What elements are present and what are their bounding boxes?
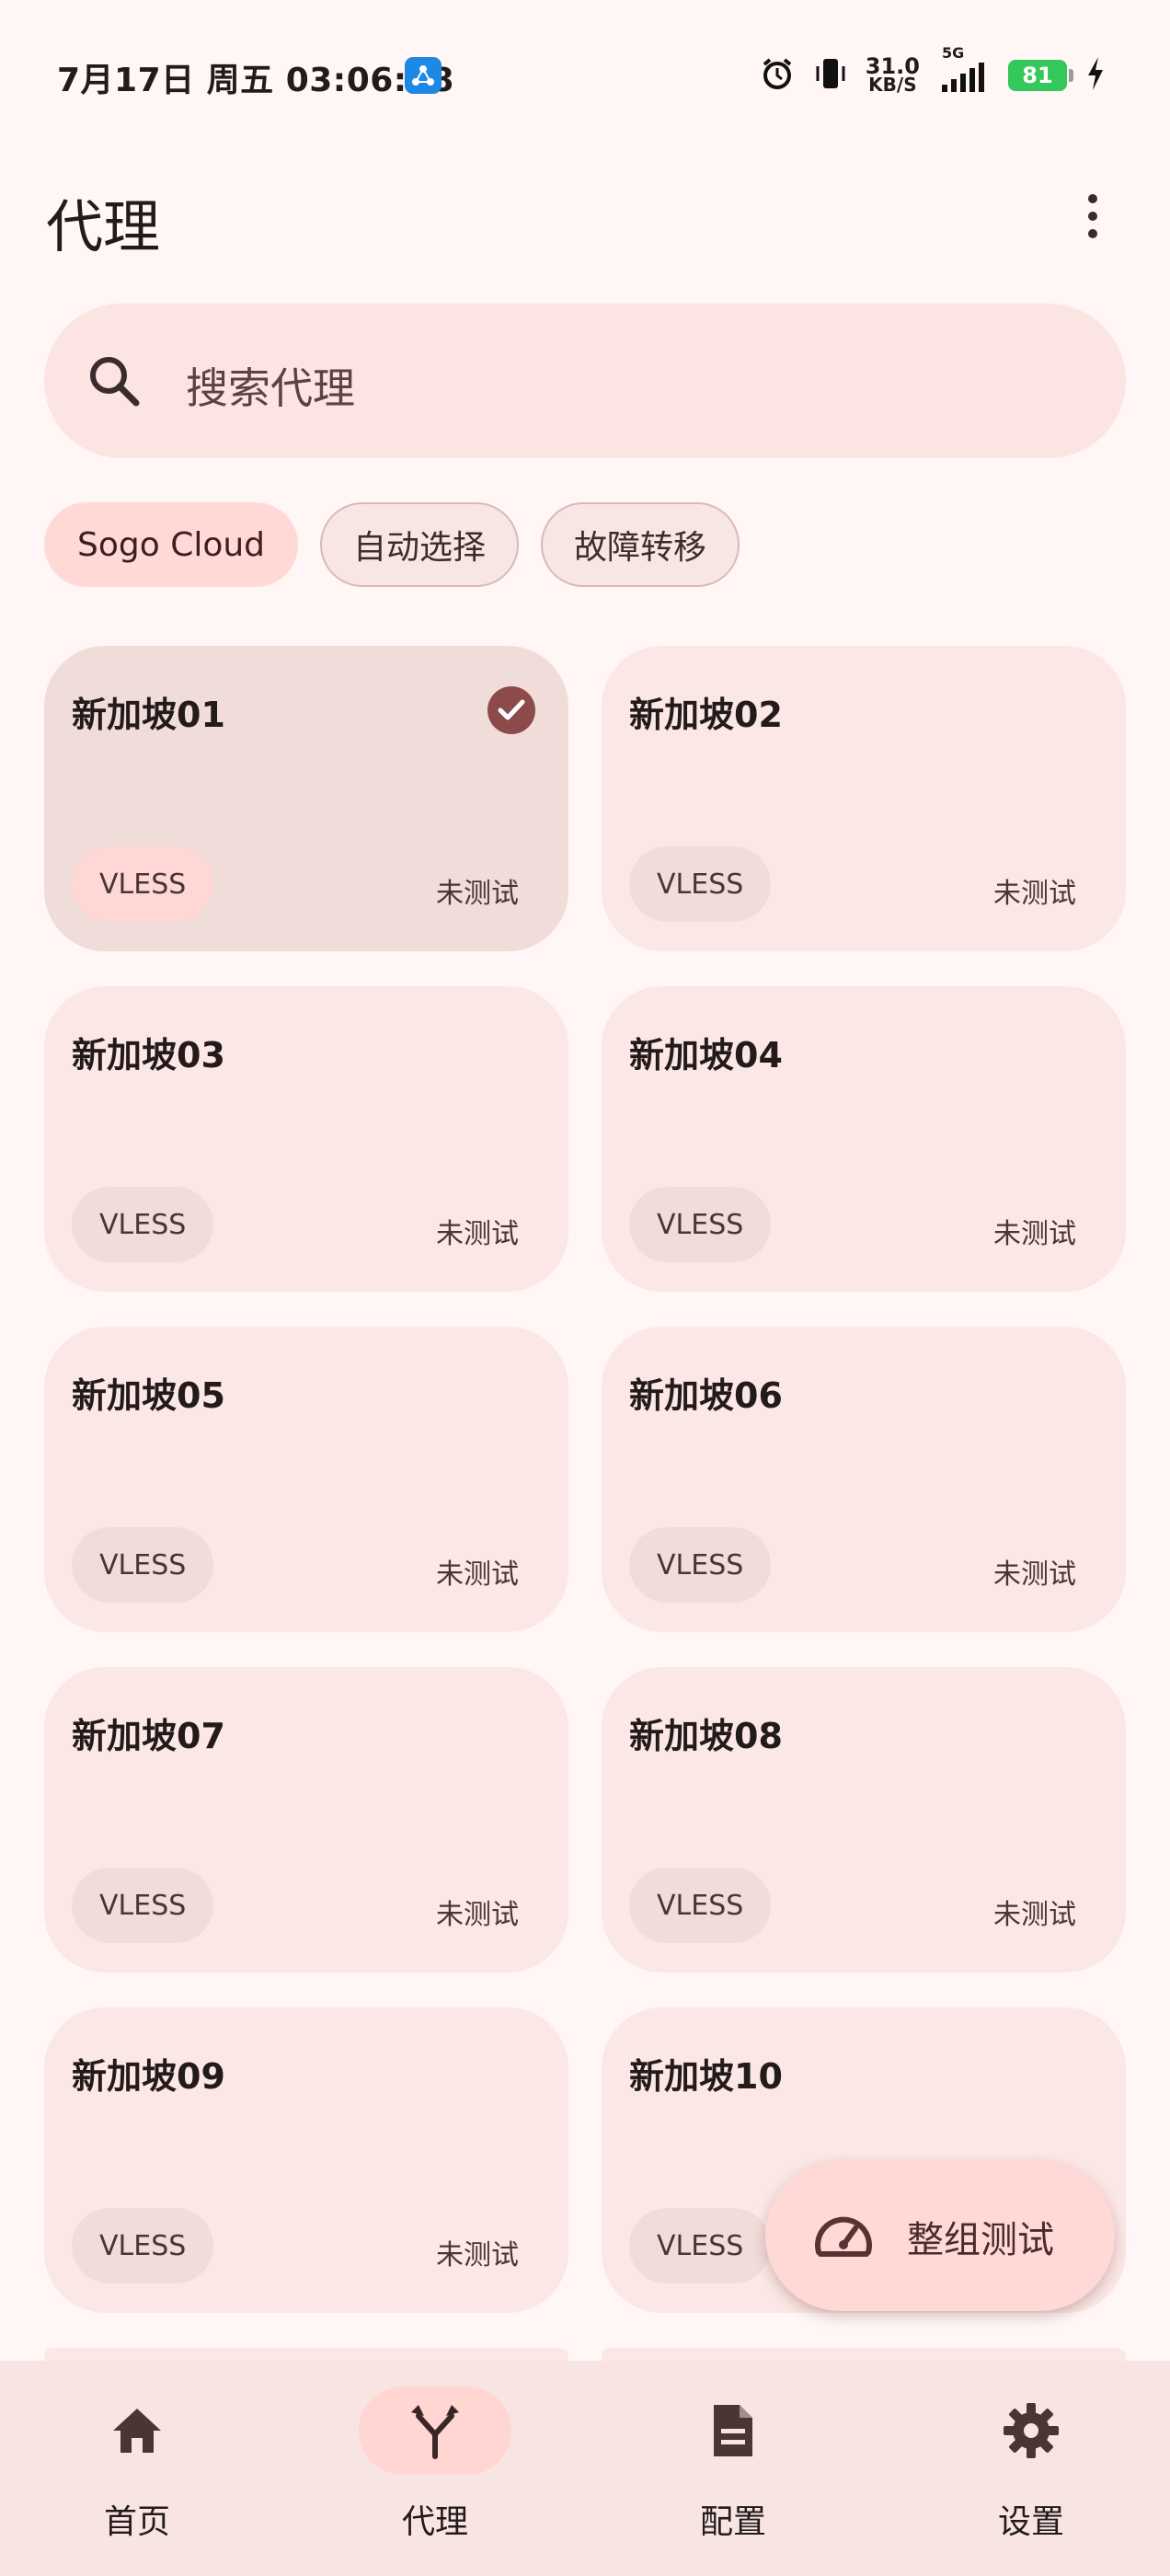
proxy-name: 新加坡06 bbox=[629, 1375, 783, 1416]
group-test-button[interactable]: 整组测试 bbox=[765, 2160, 1115, 2311]
proxy-name: 新加坡08 bbox=[629, 1716, 783, 1756]
proxy-latency: 未测试 bbox=[436, 1899, 519, 1931]
proxy-latency: 未测试 bbox=[436, 1218, 519, 1250]
charging-icon bbox=[1085, 55, 1106, 96]
proxy-type-badge: VLESS bbox=[629, 1187, 772, 1262]
proxy-name: 新加坡09 bbox=[72, 2056, 225, 2097]
network-type: 5G bbox=[942, 44, 965, 62]
proxy-card[interactable]: 新加坡06 VLESS 未测试 bbox=[602, 1327, 1126, 1632]
proxy-card[interactable]: 新加坡09 VLESS 未测试 bbox=[44, 2007, 568, 2313]
proxy-latency: 未测试 bbox=[993, 1558, 1076, 1591]
proxy-latency: 未测试 bbox=[436, 2239, 519, 2271]
vibrate-icon bbox=[814, 55, 847, 96]
proxy-name: 新加坡03 bbox=[72, 1035, 225, 1075]
proxy-type-badge: VLESS bbox=[72, 846, 214, 922]
proxy-type-badge: VLESS bbox=[72, 1187, 214, 1262]
search-input[interactable]: 搜索代理 bbox=[186, 355, 355, 416]
bottom-nav: 首页 代理 配置 设置 bbox=[0, 2361, 1170, 2576]
proxy-card[interactable]: 新加坡05 VLESS 未测试 bbox=[44, 1327, 568, 1632]
proxy-latency: 未测试 bbox=[436, 878, 519, 910]
chip-auto-select[interactable]: 自动选择 bbox=[320, 502, 520, 587]
chip-sogo-cloud[interactable]: Sogo Cloud bbox=[44, 502, 299, 587]
proxy-card[interactable]: 新加坡08 VLESS 未测试 bbox=[602, 1667, 1126, 1972]
search-bar[interactable]: 搜索代理 bbox=[44, 304, 1126, 458]
gear-icon bbox=[927, 2386, 1135, 2475]
proxy-name: 新加坡04 bbox=[629, 1035, 783, 1075]
proxy-type-badge: VLESS bbox=[72, 2208, 214, 2283]
nav-home-label: 首页 bbox=[103, 2503, 170, 2541]
proxy-card[interactable]: 新加坡01 VLESS 未测试 bbox=[44, 646, 568, 951]
proxy-fork-icon bbox=[331, 2386, 539, 2475]
proxy-type-badge: VLESS bbox=[629, 1868, 772, 1943]
group-chips: Sogo Cloud 自动选择 故障转移 bbox=[44, 502, 740, 591]
proxy-name: 新加坡07 bbox=[72, 1716, 225, 1756]
more-options-icon[interactable] bbox=[1069, 189, 1117, 244]
nav-settings-label: 设置 bbox=[997, 2503, 1064, 2541]
nav-home[interactable]: 首页 bbox=[33, 2386, 217, 2570]
home-icon bbox=[33, 2386, 241, 2475]
proxy-name: 新加坡10 bbox=[629, 2056, 783, 2097]
proxy-name: 新加坡02 bbox=[629, 695, 783, 735]
nav-proxy-label: 代理 bbox=[401, 2503, 468, 2541]
net-speed: 31.0 KB/S bbox=[865, 53, 920, 96]
app-notification-icon bbox=[405, 57, 442, 94]
proxy-type-badge: VLESS bbox=[629, 1527, 772, 1603]
proxy-type-badge: VLESS bbox=[72, 1527, 214, 1603]
proxy-card[interactable]: 新加坡02 VLESS 未测试 bbox=[602, 646, 1126, 951]
status-bar: 7月17日 周五 03:06:18 31.0 KB/S 5G 81 bbox=[0, 0, 1170, 147]
speedometer-icon bbox=[811, 2208, 876, 2267]
proxy-card[interactable]: 新加坡03 VLESS 未测试 bbox=[44, 986, 568, 1292]
nav-proxy[interactable]: 代理 bbox=[331, 2386, 515, 2570]
proxy-name: 新加坡05 bbox=[72, 1375, 225, 1416]
proxy-latency: 未测试 bbox=[993, 878, 1076, 910]
nav-config[interactable]: 配置 bbox=[629, 2386, 813, 2570]
nav-config-label: 配置 bbox=[699, 2503, 766, 2541]
proxy-latency: 未测试 bbox=[436, 1558, 519, 1591]
status-time: 7月17日 周五 03:06:18 bbox=[57, 62, 454, 99]
chip-failover[interactable]: 故障转移 bbox=[541, 502, 740, 587]
proxy-type-badge: VLESS bbox=[72, 1868, 214, 1943]
signal-icon: 5G bbox=[938, 44, 990, 94]
page-title: 代理 bbox=[46, 193, 161, 260]
battery-indicator: 81 bbox=[1008, 60, 1073, 91]
group-test-label: 整组测试 bbox=[907, 2219, 1054, 2261]
alarm-icon bbox=[759, 55, 796, 96]
nav-settings[interactable]: 设置 bbox=[927, 2386, 1111, 2570]
proxy-type-badge: VLESS bbox=[629, 846, 772, 922]
proxy-latency: 未测试 bbox=[993, 1218, 1076, 1250]
proxy-type-badge: VLESS bbox=[629, 2208, 772, 2283]
proxy-name: 新加坡01 bbox=[72, 695, 225, 735]
proxy-latency: 未测试 bbox=[993, 1899, 1076, 1931]
selected-check-icon bbox=[488, 686, 535, 734]
search-icon bbox=[83, 350, 145, 416]
proxy-card[interactable]: 新加坡04 VLESS 未测试 bbox=[602, 986, 1126, 1292]
document-icon bbox=[629, 2386, 837, 2475]
proxy-card[interactable]: 新加坡07 VLESS 未测试 bbox=[44, 1667, 568, 1972]
